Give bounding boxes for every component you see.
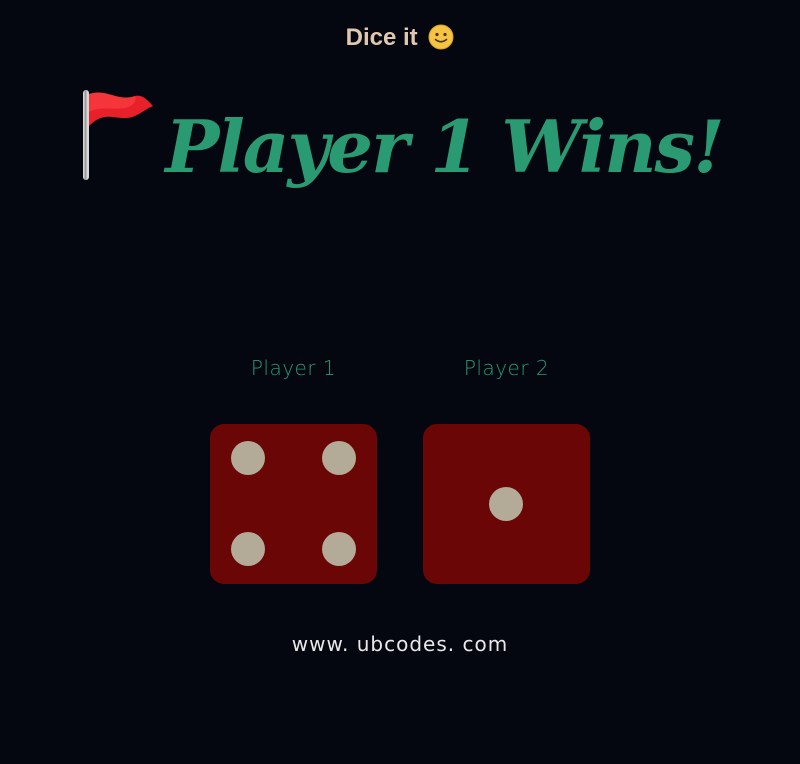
footer-link[interactable]: www. ubcodes. com [0, 632, 800, 656]
player-1-die [210, 424, 377, 584]
die-pip [322, 532, 356, 566]
die-pip [231, 441, 265, 475]
game-page: Dice it Player 1 Wins! Player 1 Player 2… [0, 0, 800, 764]
die-pip [231, 532, 265, 566]
smiley-icon [428, 24, 454, 50]
app-title: Dice it [0, 20, 800, 56]
winner-text: Player 1 Wins! [165, 104, 724, 189]
die-pip [322, 441, 356, 475]
player-1-label: Player 1 [250, 356, 337, 380]
die-pip [489, 487, 523, 521]
app-title-text: Dice it [345, 24, 418, 51]
winner-banner: Player 1 Wins! [0, 84, 800, 199]
player-2-die [423, 424, 590, 584]
player-2-label: Player 2 [463, 356, 550, 380]
flag-icon [83, 90, 154, 180]
